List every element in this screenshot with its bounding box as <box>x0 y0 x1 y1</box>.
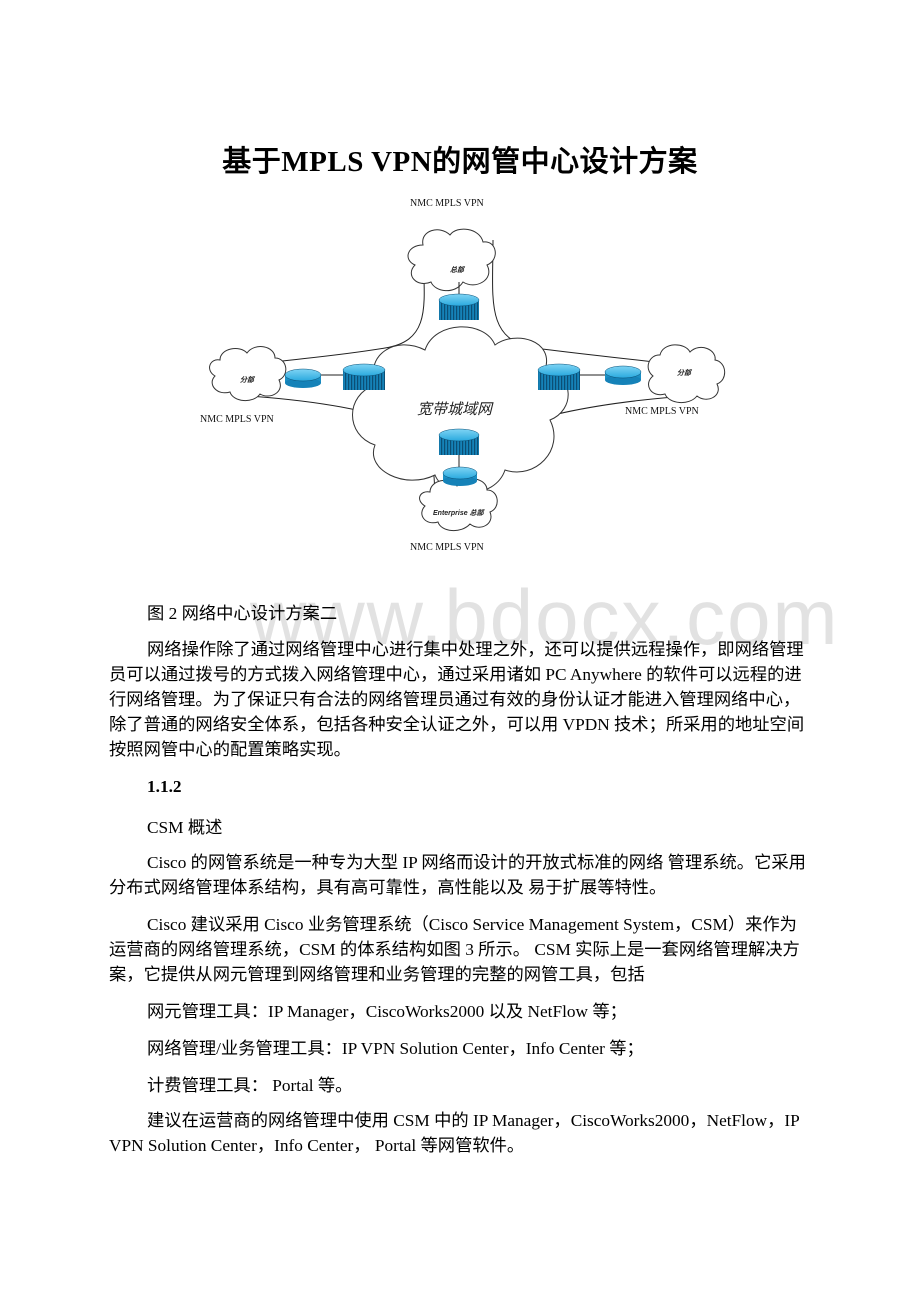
list-item-element-mgmt: 网元管理工具：IP Manager，CiscoWorks2000 以及 NetF… <box>147 1002 627 1021</box>
cloud-left-text: 分部 <box>240 377 254 384</box>
left-cloud <box>209 346 287 401</box>
router-edge-left <box>284 368 322 388</box>
bottom-cloud <box>419 478 498 531</box>
diagram-canvas <box>209 228 726 531</box>
router-core-bottom <box>438 428 480 455</box>
section-number: 1.1.2 <box>147 777 182 796</box>
figure-caption: 图 2 网络中心设计方案二 <box>147 604 338 623</box>
list-item-billing-mgmt: 计费管理工具： Portal 等。 <box>147 1076 353 1095</box>
router-edge-bottom <box>442 466 478 486</box>
diagram-label-right: NMC MPLS VPN <box>625 406 699 417</box>
cloud-top-text: 总部 <box>450 267 464 274</box>
router-edge-right <box>604 365 642 385</box>
cloud-right-text: 分部 <box>677 370 691 377</box>
router-core-left <box>342 363 386 390</box>
router-core-top <box>438 293 480 320</box>
cloud-bottom-text: Enterprise 总部 <box>433 510 484 517</box>
network-diagram: NMC MPLS VPN NMC MPLS VPN NMC MPLS VPN N… <box>195 190 735 560</box>
paragraph-csm-intro: Cisco 建议采用 Cisco 业务管理系统（Cisco Service Ma… <box>109 915 800 984</box>
diagram-label-bottom: NMC MPLS VPN <box>410 542 484 553</box>
section-title: CSM 概述 <box>147 818 223 837</box>
document-title: 基于MPLS VPN的网管中心设计方案 <box>222 146 698 178</box>
paragraph-recommendation: 建议在运营商的网络管理中使用 CSM 中的 IP Manager，CiscoWo… <box>109 1111 800 1155</box>
paragraph-remote-ops: 网络操作除了通过网络管理中心进行集中处理之外，还可以提供远程操作，即网络管理员可… <box>109 640 805 759</box>
diagram-label-top: NMC MPLS VPN <box>410 198 484 209</box>
core-network-label: 宽带城域网 <box>417 400 493 418</box>
list-item-network-mgmt: 网络管理/业务管理工具：IP VPN Solution Center，Info … <box>147 1039 644 1058</box>
diagram-label-left: NMC MPLS VPN <box>200 414 274 425</box>
paragraph-cisco-nms: Cisco 的网管系统是一种专为大型 IP 网络而设计的开放式标准的网络 管理系… <box>109 853 806 897</box>
router-core-right <box>537 363 581 390</box>
top-cloud <box>407 228 496 292</box>
